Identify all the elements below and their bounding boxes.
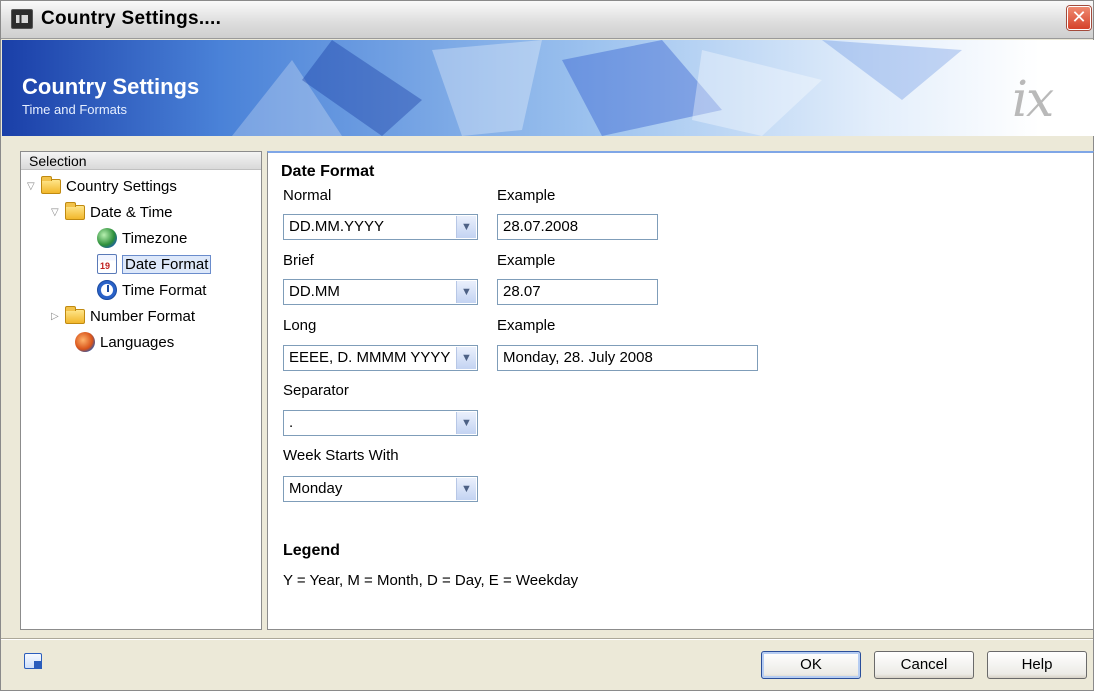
week-start-select[interactable]: Monday ▼ (283, 476, 478, 502)
chevron-down-icon[interactable]: ▼ (456, 478, 476, 500)
ix-logo: ix (1012, 70, 1054, 128)
tree-item-label: Timezone (122, 229, 188, 247)
select-value: DD.MM (289, 283, 340, 300)
tree-item-label: Country Settings (66, 177, 177, 195)
tree-item-number-format[interactable]: ▷ Number Format (51, 304, 195, 328)
long-format-select[interactable]: EEEE, D. MMMM YYYY ▼ (283, 345, 478, 371)
banner-subtitle: Time and Formats (22, 102, 127, 117)
chevron-down-icon[interactable]: ▼ (456, 216, 476, 238)
tree-header: Selection (21, 152, 261, 170)
chevron-down-icon[interactable]: ▼ (456, 281, 476, 303)
tree-item-languages[interactable]: Languages (75, 330, 174, 354)
brief-example-label: Example (497, 252, 556, 269)
footer-divider (1, 638, 1093, 640)
expand-toggle-icon[interactable]: ▽ (51, 207, 65, 218)
normal-label: Normal (283, 187, 332, 204)
separator-select[interactable]: . ▼ (283, 410, 478, 436)
legend-text: Y = Year, M = Month, D = Day, E = Weekda… (283, 572, 579, 589)
chevron-down-icon[interactable]: ▼ (456, 347, 476, 369)
tree-item-time-format[interactable]: Time Format (97, 278, 206, 302)
tree-item-timezone[interactable]: Timezone (97, 226, 187, 250)
tree-item-label: Date & Time (90, 203, 173, 221)
tree-item-label: Number Format (90, 307, 196, 325)
tree-item-label: Time Format (122, 281, 207, 299)
clock-icon (97, 280, 117, 300)
brief-format-select[interactable]: DD.MM ▼ (283, 279, 478, 305)
expand-toggle-icon[interactable]: ▽ (27, 181, 41, 192)
folder-icon (41, 175, 61, 194)
selection-tree: Selection ▽ Country Settings ▽ Date & Ti… (20, 151, 262, 630)
tree-item-label: Date Format (122, 254, 212, 274)
folder-icon (65, 201, 85, 220)
brief-label: Brief (283, 252, 314, 269)
select-value: . (289, 414, 294, 431)
legend-title: Legend (283, 542, 340, 559)
country-settings-window: Country Settings.... ✕ Country Settings … (0, 0, 1094, 691)
tree-item-date-time[interactable]: ▽ Date & Time (51, 200, 173, 224)
globe-icon (97, 228, 117, 248)
normal-example-field[interactable]: 28.07.2008 (497, 214, 658, 240)
app-icon (11, 9, 33, 29)
long-example-label: Example (497, 317, 556, 334)
separator-label: Separator (283, 382, 349, 399)
help-button[interactable]: Help (987, 651, 1087, 679)
title-bar[interactable]: Country Settings.... ✕ (1, 1, 1093, 39)
week-start-label: Week Starts With (283, 447, 399, 464)
context-help-icon[interactable] (24, 653, 42, 669)
expand-toggle-icon[interactable]: ▷ (51, 311, 65, 322)
long-example-field[interactable]: Monday, 28. July 2008 (497, 345, 758, 371)
cancel-button[interactable]: Cancel (874, 651, 974, 679)
select-value: DD.MM.YYYY (289, 218, 385, 235)
long-label: Long (283, 317, 317, 334)
tree-item-country-settings[interactable]: ▽ Country Settings (27, 174, 177, 198)
tree-item-date-format[interactable]: Date Format (97, 252, 212, 276)
section-title: Date Format (281, 163, 375, 180)
ok-button[interactable]: OK (761, 651, 861, 679)
folder-icon (65, 305, 85, 324)
tree-item-label: Languages (100, 333, 175, 351)
select-value: EEEE, D. MMMM YYYY (289, 349, 451, 366)
chevron-down-icon[interactable]: ▼ (456, 412, 476, 434)
close-button[interactable]: ✕ (1067, 6, 1091, 30)
normal-format-select[interactable]: DD.MM.YYYY ▼ (283, 214, 478, 240)
date-format-form: Date Format Normal Example DD.MM.YYYY ▼ … (267, 151, 1087, 630)
languages-icon (75, 332, 95, 352)
header-banner: Country Settings Time and Formats ix (2, 40, 1094, 136)
select-value: Monday (289, 480, 343, 497)
window-title: Country Settings.... (41, 8, 222, 29)
brief-example-field[interactable]: 28.07 (497, 279, 658, 305)
calendar-icon (97, 254, 117, 274)
normal-example-label: Example (497, 187, 556, 204)
banner-title: Country Settings (22, 74, 200, 99)
